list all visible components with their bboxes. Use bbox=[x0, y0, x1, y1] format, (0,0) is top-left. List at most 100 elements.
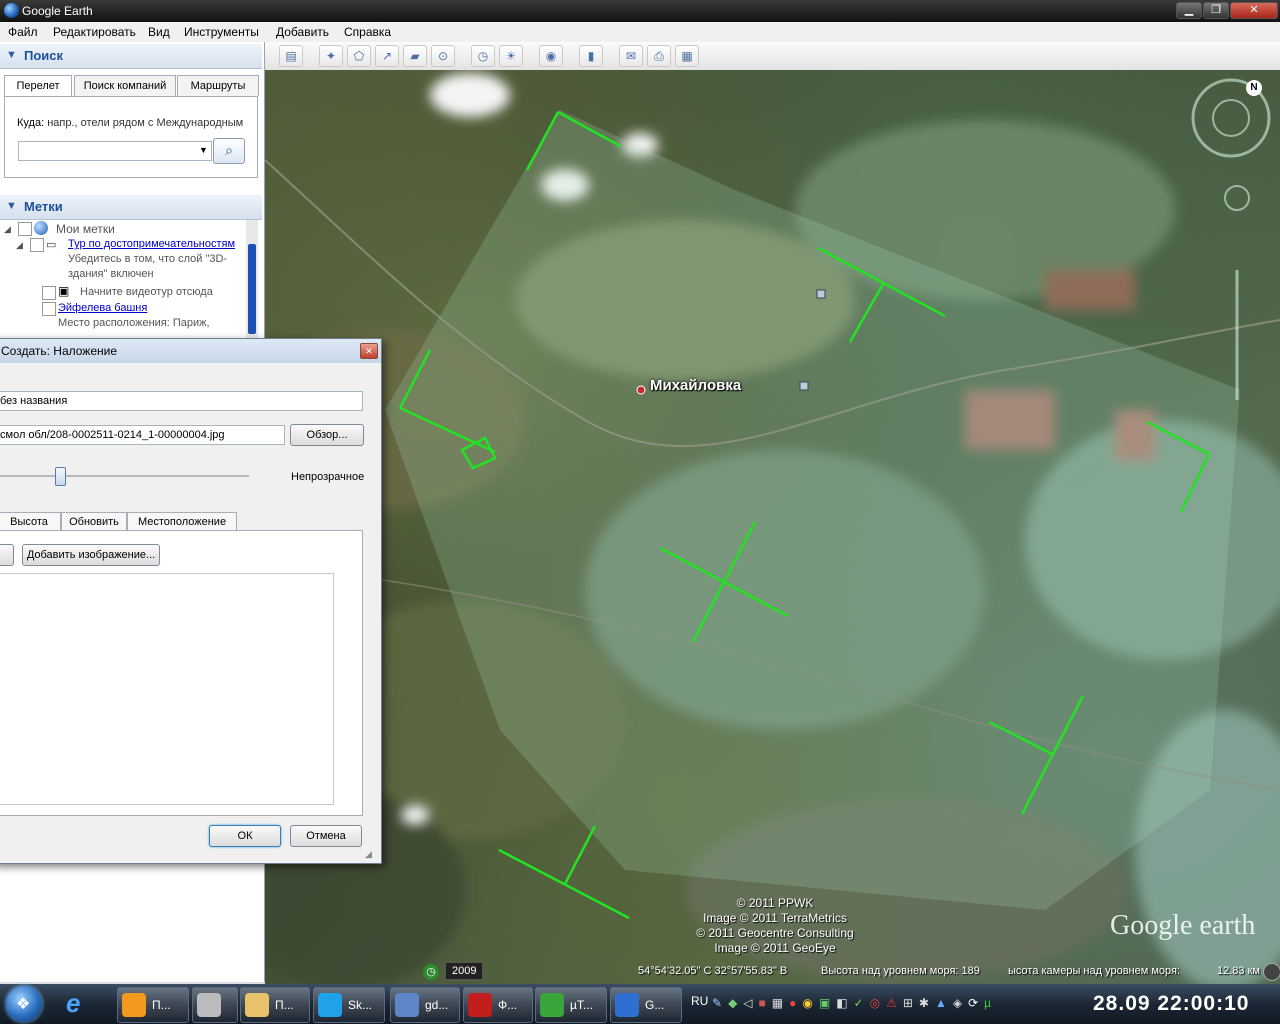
email-icon: ✉ bbox=[625, 49, 637, 63]
language-indicator[interactable]: RU bbox=[691, 994, 708, 1008]
dropdown-arrow-icon[interactable]: ▼ bbox=[199, 145, 208, 155]
menu-add[interactable]: Добавить bbox=[276, 25, 329, 39]
switch-planet-button[interactable]: ◉ bbox=[539, 45, 563, 67]
scrollbar-thumb[interactable] bbox=[248, 244, 256, 334]
browse-button[interactable]: Обзор... bbox=[290, 424, 364, 446]
year-label[interactable]: 2009 bbox=[445, 962, 484, 980]
clock-icon[interactable]: ◷ bbox=[423, 964, 439, 980]
close-button[interactable]: ✕ bbox=[1230, 2, 1278, 19]
taskbar-app-button[interactable]: µT... bbox=[535, 987, 607, 1023]
poi-icon[interactable] bbox=[799, 381, 809, 391]
menu-edit[interactable]: Редактировать bbox=[53, 25, 136, 39]
tab-find-businesses[interactable]: Поиск компаний bbox=[74, 75, 176, 96]
menu-tools[interactable]: Инструменты bbox=[184, 25, 259, 39]
utorrent-tray-icon[interactable]: µ bbox=[984, 996, 991, 1012]
menu-help[interactable]: Справка bbox=[344, 25, 391, 39]
menu-file[interactable]: Файл bbox=[8, 25, 38, 39]
historical-imagery-button[interactable]: ◷ bbox=[471, 45, 495, 67]
checkbox-tour[interactable] bbox=[30, 238, 44, 252]
map-view[interactable]: N Михайловка © 2011 PPWK Image © 2011 Te… bbox=[265, 70, 1280, 984]
cancel-button[interactable]: Отмена bbox=[290, 825, 362, 847]
tab-directions[interactable]: Маршруты bbox=[177, 75, 259, 96]
speaker-icon[interactable]: ◁ bbox=[743, 996, 752, 1012]
place-marker-icon[interactable] bbox=[636, 385, 646, 395]
description-area[interactable] bbox=[0, 573, 334, 805]
tree-expand-icon[interactable]: ◢ bbox=[16, 240, 23, 251]
tray-icon[interactable]: ◧ bbox=[836, 996, 847, 1012]
clock[interactable]: 28.09 22:00:10 bbox=[1093, 992, 1249, 1016]
tree-expand-icon[interactable]: ◢ bbox=[4, 224, 11, 235]
places-scrollbar[interactable] bbox=[246, 220, 258, 338]
places-panel-header[interactable]: ▼ Метки bbox=[0, 195, 262, 220]
tab-refresh[interactable]: Обновить bbox=[61, 512, 127, 532]
network-icon[interactable]: ▦ bbox=[772, 996, 783, 1012]
tray-icon[interactable]: ◉ bbox=[802, 996, 812, 1012]
search-button[interactable]: ⌕ bbox=[213, 138, 245, 164]
tray-icon[interactable]: ■ bbox=[759, 996, 766, 1012]
add-placemark-button[interactable]: ✦ bbox=[319, 45, 343, 67]
poi-icon[interactable] bbox=[816, 289, 826, 299]
link-field[interactable]: смол обл/208-0002511-0214_1-00000004.jpg bbox=[0, 425, 285, 445]
add-overlay-button[interactable]: ▰ bbox=[403, 45, 427, 67]
opacity-slider-track[interactable] bbox=[0, 475, 249, 477]
checkbox-my-places[interactable] bbox=[18, 222, 32, 236]
search-panel-header[interactable]: ▼ Поиск bbox=[0, 44, 262, 69]
add-image-button[interactable]: Добавить изображение... bbox=[22, 544, 160, 566]
tree-item-tour[interactable]: Тур по достопримечательностям bbox=[68, 238, 235, 250]
tab-location[interactable]: Местоположение bbox=[127, 512, 237, 532]
restore-button[interactable]: ❐ bbox=[1203, 2, 1229, 19]
tree-item-eiffel[interactable]: Эйфелева башня bbox=[58, 302, 147, 314]
tray-icon[interactable]: ✓ bbox=[854, 996, 864, 1012]
minimize-button[interactable]: ▁ bbox=[1176, 2, 1202, 19]
tray-icon[interactable]: ◎ bbox=[870, 996, 880, 1012]
taskbar-app-button[interactable]: Ф... bbox=[463, 987, 533, 1023]
overlay-icon: ▰ bbox=[410, 49, 420, 63]
edit-button[interactable] bbox=[0, 544, 14, 566]
place-label[interactable]: Михайловка bbox=[650, 377, 741, 394]
tray-icon[interactable]: ✱ bbox=[919, 996, 929, 1012]
tray-icon[interactable]: ◈ bbox=[953, 996, 962, 1012]
start-button[interactable]: ❖ bbox=[6, 986, 42, 1022]
tab-flyto[interactable]: Перелет bbox=[4, 75, 72, 97]
search-input[interactable] bbox=[18, 141, 212, 161]
navigation-controls[interactable] bbox=[1191, 78, 1271, 400]
tray-icon[interactable]: ▣ bbox=[819, 996, 830, 1012]
add-path-button[interactable]: ↗ bbox=[375, 45, 399, 67]
taskbar-app-button[interactable]: G... bbox=[610, 987, 682, 1023]
tray-icon[interactable]: ✎ bbox=[712, 996, 722, 1012]
attribution-line: © 2011 Geocentre Consulting bbox=[696, 926, 854, 940]
tree-item-video-tour[interactable]: Начните видеотур отсюда bbox=[80, 286, 213, 298]
taskbar-app-button[interactable]: П... bbox=[240, 987, 310, 1023]
tray-icon[interactable]: ▲ bbox=[935, 996, 947, 1012]
checkbox-eiffel[interactable] bbox=[42, 302, 56, 316]
tray-icon[interactable]: ⊞ bbox=[903, 996, 913, 1012]
name-field[interactable]: без названия bbox=[0, 391, 363, 411]
sunlight-button[interactable]: ☀ bbox=[499, 45, 523, 67]
tray-icon[interactable]: ⚠ bbox=[886, 996, 897, 1012]
tree-item-my-places[interactable]: Мои метки bbox=[56, 222, 115, 236]
ok-button[interactable]: ОК bbox=[209, 825, 281, 847]
tray-icon[interactable]: ● bbox=[789, 996, 796, 1012]
menu-view[interactable]: Вид bbox=[148, 25, 170, 39]
taskbar-app-button[interactable]: П... bbox=[117, 987, 189, 1023]
tray-icon[interactable]: ◆ bbox=[728, 996, 737, 1012]
taskbar-app-button[interactable]: Sk... bbox=[313, 987, 385, 1023]
view-in-maps-button[interactable]: ▦ bbox=[675, 45, 699, 67]
resize-grip-icon[interactable]: ◢ bbox=[365, 849, 372, 860]
dialog-close-button[interactable]: ✕ bbox=[360, 343, 378, 359]
tray-icon[interactable]: ⟳ bbox=[968, 996, 978, 1012]
print-button[interactable]: ⎙ bbox=[647, 45, 671, 67]
toggle-sidebar-button[interactable]: ▤ bbox=[279, 45, 303, 67]
tab-altitude[interactable]: Высота bbox=[0, 512, 61, 532]
ruler-button[interactable]: ▮ bbox=[579, 45, 603, 67]
ie-icon[interactable]: e bbox=[66, 988, 98, 1020]
record-tour-button[interactable]: ⊙ bbox=[431, 45, 455, 67]
taskbar-app-button[interactable] bbox=[192, 987, 238, 1023]
tab-content: Добавить изображение... bbox=[0, 530, 363, 816]
email-button[interactable]: ✉ bbox=[619, 45, 643, 67]
compass-north-icon[interactable]: N bbox=[1246, 80, 1262, 96]
checkbox-video-tour[interactable] bbox=[42, 286, 56, 300]
opacity-slider-thumb[interactable] bbox=[55, 467, 66, 486]
add-polygon-button[interactable]: ⬠ bbox=[347, 45, 371, 67]
taskbar-app-button[interactable]: gd... bbox=[390, 987, 460, 1023]
